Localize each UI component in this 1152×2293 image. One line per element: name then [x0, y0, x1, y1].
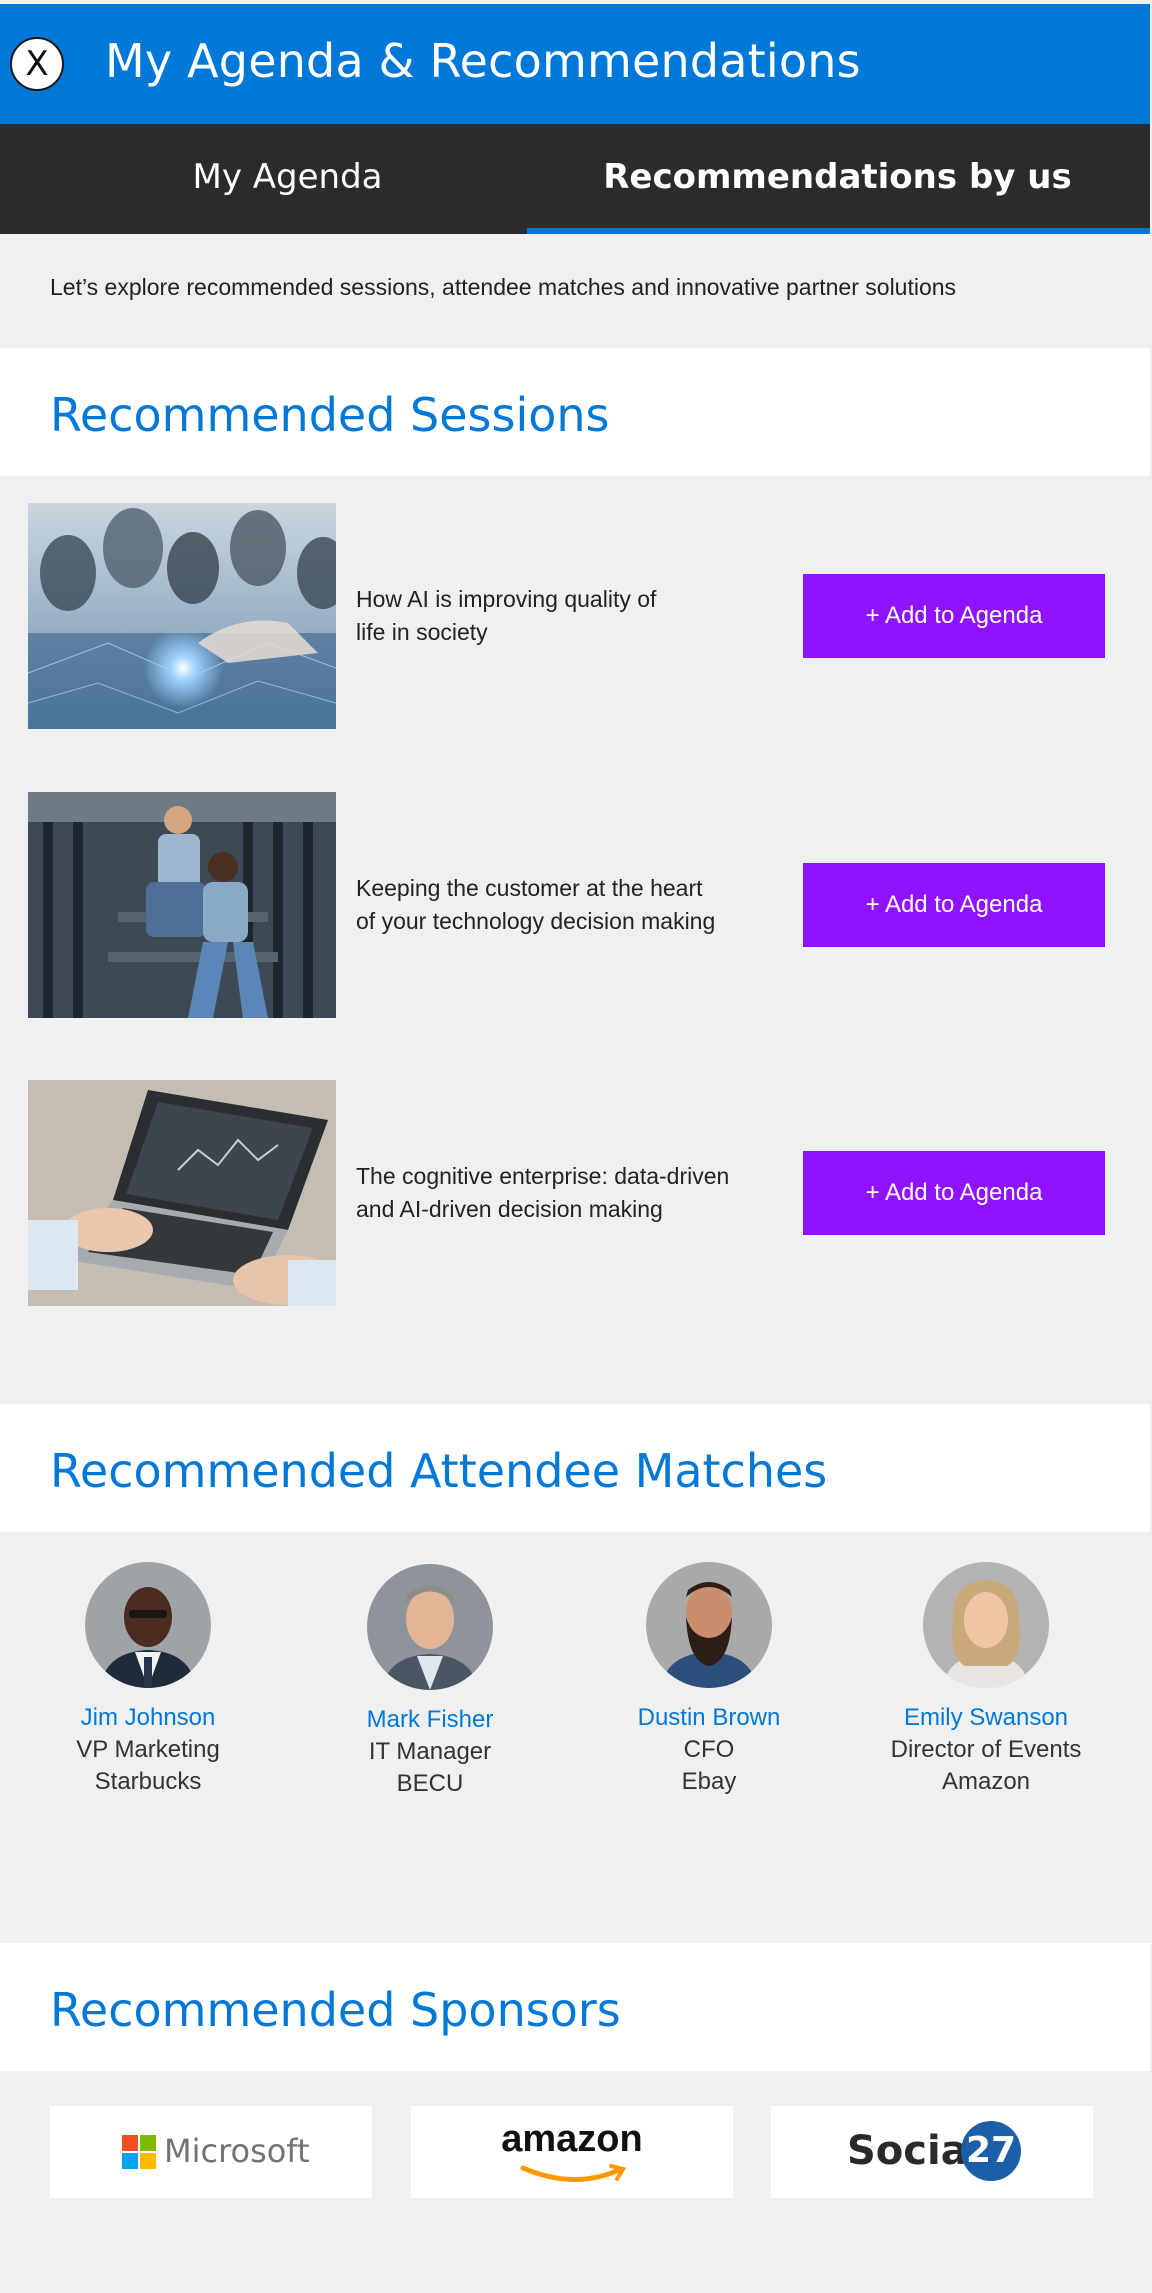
session-title-line: How AI is improving quality of: [356, 586, 657, 612]
avatar: [923, 1562, 1049, 1688]
session-title-line: The cognitive enterprise: data-driven: [356, 1163, 730, 1189]
microsoft-logo-icon: [122, 2135, 156, 2169]
session-thumbnail: [28, 503, 336, 729]
attendee-card[interactable]: Jim Johnson VP Marketing Starbucks: [18, 1562, 278, 1798]
attendee-company: Starbucks: [94, 1768, 202, 1795]
session-title-line: Keeping the customer at the heart: [356, 875, 703, 901]
session-item: Keeping the customer at the heart of you…: [0, 792, 1150, 1018]
app-header: X My Agenda & Recommendations: [0, 4, 1150, 124]
session-thumbnail: [28, 1080, 336, 1306]
sponsor-logo-text: Microsoft: [164, 2132, 310, 2170]
tab-bar: My Agenda Recommendations by us: [0, 124, 1150, 234]
attendee-role: CFO: [683, 1736, 735, 1763]
sponsor-card-social27[interactable]: Social 27: [771, 2106, 1093, 2198]
avatar: [85, 1562, 211, 1688]
attendee-card[interactable]: Emily Swanson Director of Events Amazon: [856, 1562, 1116, 1798]
avatar: [367, 1564, 493, 1690]
sponsor-card-microsoft[interactable]: Microsoft: [50, 2106, 372, 2198]
attendee-card[interactable]: Mark Fisher IT Manager BECU: [300, 1564, 560, 1800]
sponsors-section-header: Recommended Sponsors: [0, 1943, 1150, 2071]
attendees-section-header: Recommended Attendee Matches: [0, 1404, 1150, 1532]
attendee-role: VP Marketing: [76, 1736, 220, 1763]
tab-recommendations[interactable]: Recommendations by us: [525, 124, 1150, 234]
add-to-agenda-button[interactable]: + Add to Agenda: [803, 574, 1105, 658]
session-title-line: life in society: [356, 619, 488, 645]
avatar: [646, 1562, 772, 1688]
attendee-role: Director of Events: [890, 1736, 1082, 1763]
sponsor-logo-text: amazon: [501, 2118, 643, 2160]
session-item: How AI is improving quality of life in s…: [0, 503, 1150, 729]
attendee-company: BECU: [396, 1770, 464, 1797]
social27-badge-icon: 27: [961, 2121, 1021, 2181]
session-title: The cognitive enterprise: data-driven an…: [356, 1160, 756, 1226]
attendee-company: Ebay: [681, 1768, 737, 1795]
amazon-smile-icon: [520, 2164, 627, 2183]
close-button[interactable]: X: [10, 37, 64, 91]
page-title: My Agenda & Recommendations: [105, 34, 861, 88]
attendee-name[interactable]: Mark Fisher: [300, 1704, 560, 1736]
attendee-name[interactable]: Emily Swanson: [856, 1702, 1116, 1734]
active-tab-indicator: [527, 228, 1150, 234]
intro-text: Let’s explore recommended sessions, atte…: [50, 274, 957, 300]
sponsor-card-amazon[interactable]: amazon: [411, 2106, 733, 2198]
attendee-name[interactable]: Dustin Brown: [579, 1702, 839, 1734]
attendee-company: Amazon: [941, 1768, 1031, 1795]
attendee-card[interactable]: Dustin Brown CFO Ebay: [579, 1562, 839, 1798]
session-thumbnail: [28, 792, 336, 1018]
tab-my-agenda[interactable]: My Agenda: [0, 124, 575, 234]
sponsors-section-title: Recommended Sponsors: [50, 1983, 621, 2037]
session-title-line: and AI-driven decision making: [356, 1196, 663, 1222]
session-title: How AI is improving quality of life in s…: [356, 583, 756, 649]
sessions-section-header: Recommended Sessions: [0, 348, 1150, 476]
attendee-role: IT Manager: [368, 1738, 492, 1765]
attendees-section-title: Recommended Attendee Matches: [50, 1444, 828, 1498]
attendee-name[interactable]: Jim Johnson: [18, 1702, 278, 1734]
session-item: The cognitive enterprise: data-driven an…: [0, 1080, 1150, 1306]
session-title: Keeping the customer at the heart of you…: [356, 872, 756, 938]
add-to-agenda-button[interactable]: + Add to Agenda: [803, 863, 1105, 947]
sessions-section-title: Recommended Sessions: [50, 388, 610, 442]
session-title-line: of your technology decision making: [356, 908, 716, 934]
add-to-agenda-button[interactable]: + Add to Agenda: [803, 1151, 1105, 1235]
